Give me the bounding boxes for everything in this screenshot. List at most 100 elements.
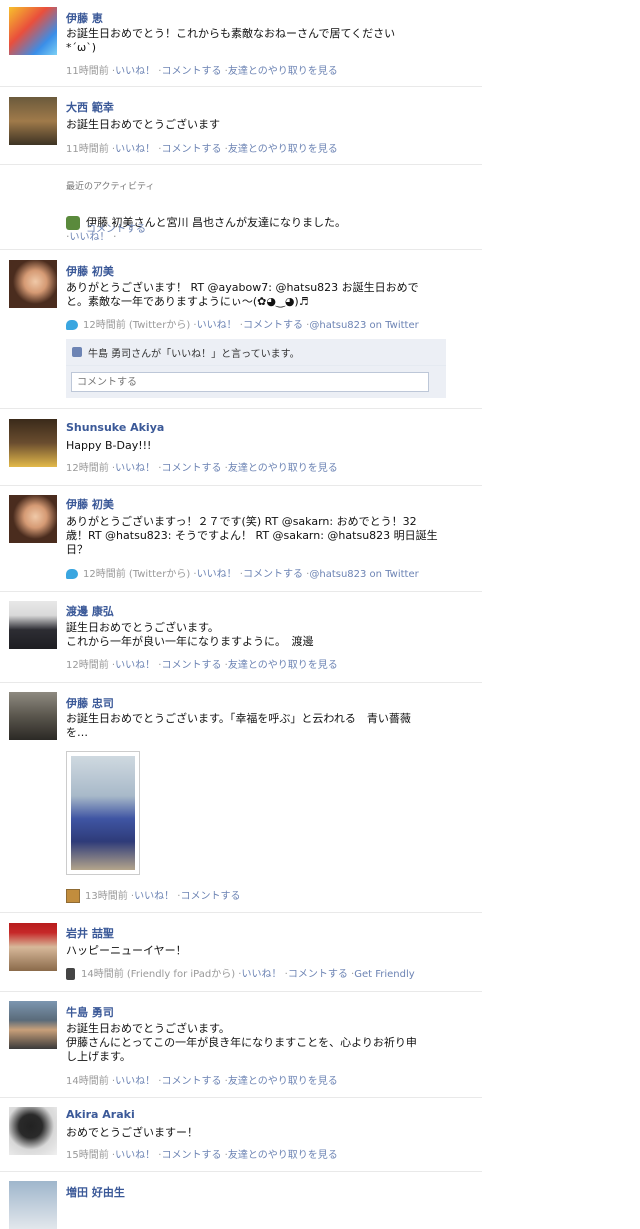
twitter-icon — [66, 569, 78, 579]
story-meta: 11時間前 ·いいね！ ·コメントする ·友達とのやり取りを見る — [66, 144, 338, 155]
feedback-box: 牛島 勇司さんが「いいね！」と言っています。 — [66, 339, 446, 398]
feed-story: 増田 好由生 — [0, 1172, 482, 1229]
story-meta: 14時間前 ·いいね！ ·コメントする ·友達とのやり取りを見る — [66, 1076, 338, 1087]
avatar[interactable] — [9, 495, 57, 543]
feed-story: Shunsuke Akiya Happy B-Day!!! 12時間前 ·いいね… — [0, 409, 482, 486]
avatar[interactable] — [9, 260, 57, 308]
avatar[interactable] — [9, 1107, 57, 1155]
timestamp[interactable]: 12時間前 — [66, 660, 109, 671]
comment-link[interactable]: コメントする — [161, 660, 221, 671]
like-link[interactable]: いいね！ — [134, 891, 174, 902]
story-message: お誕生日おめでとうございます — [66, 118, 220, 131]
story-meta: コメントする — [86, 220, 146, 235]
author-name[interactable]: 岩井 喆聖 — [66, 925, 114, 941]
timestamp[interactable]: 14時間前 (Friendly for iPadから) — [81, 969, 235, 980]
timestamp[interactable]: 15時間前 — [66, 1150, 109, 1161]
comment-link[interactable]: コメントする — [161, 463, 221, 474]
story-meta: 12時間前 ·いいね！ ·コメントする ·友達とのやり取りを見る — [66, 660, 338, 671]
timestamp[interactable]: 11時間前 — [66, 144, 109, 155]
story-message: ありがとうございますっ！２７です(笑) RT @sakarn: おめでとう！32… — [66, 515, 438, 556]
timestamp[interactable]: 13時間前 — [85, 891, 128, 902]
comment-link[interactable]: コメントする — [243, 569, 303, 580]
author-name[interactable]: Akira Araki — [66, 1108, 135, 1121]
like-link[interactable]: いいね！ — [115, 144, 155, 155]
see-friendship-link[interactable]: 友達とのやり取りを見る — [228, 1150, 338, 1161]
avatar[interactable] — [9, 419, 57, 467]
like-link[interactable]: いいね！ — [197, 569, 237, 580]
see-friendship-link[interactable]: 友達とのやり取りを見る — [228, 660, 338, 671]
feed-story: 岩井 喆聖 ハッピーニューイヤー！ 14時間前 (Friendly for iP… — [0, 913, 482, 992]
author-name[interactable]: 大西 範幸 — [66, 99, 114, 115]
twitter-link[interactable]: @hatsu823 on Twitter — [309, 320, 418, 331]
get-friendly-link[interactable]: Get Friendly — [354, 969, 414, 980]
see-friendship-link[interactable]: 友達とのやり取りを見る — [228, 66, 338, 77]
comment-input[interactable] — [71, 372, 429, 392]
feed-story: 伊藤 忠司 お誕生日おめでとうございます。「幸福を呼ぶ」と云われる 青い薔薇 を… — [0, 683, 482, 913]
story-meta: 12時間前 ·いいね！ ·コメントする ·友達とのやり取りを見る — [66, 463, 338, 474]
timestamp[interactable]: 12時間前 — [66, 463, 109, 474]
avatar[interactable] — [9, 1001, 57, 1049]
author-name[interactable]: 渡邊 康弘 — [66, 603, 114, 619]
feed-story: Akira Araki おめでとうございますー！ 15時間前 ·いいね！ ·コメ… — [0, 1098, 482, 1172]
see-friendship-link[interactable]: 友達とのやり取りを見る — [228, 1076, 338, 1087]
story-meta: 11時間前 ·いいね！ ·コメントする ·友達とのやり取りを見る — [66, 66, 338, 77]
author-name[interactable]: 伊藤 初美 — [66, 496, 114, 512]
story-meta: 12時間前 (Twitterから) ·いいね！ ·コメントする ·@hatsu8… — [66, 316, 419, 331]
story-message: ハッピーニューイヤー！ — [66, 944, 187, 957]
avatar[interactable] — [9, 1181, 57, 1229]
blue-rose-photo — [71, 756, 135, 870]
comment-link[interactable]: コメントする — [243, 320, 303, 331]
comment-link[interactable]: コメントする — [161, 144, 221, 155]
twitter-link[interactable]: @hatsu823 on Twitter — [309, 569, 418, 580]
avatar[interactable] — [9, 97, 57, 145]
news-feed: 伊藤 恵 お誕生日おめでとう！これからも素敵なおねーさんで居てください *´ω`… — [0, 0, 640, 1229]
like-link[interactable]: いいね！ — [241, 969, 281, 980]
story-meta: 15時間前 ·いいね！ ·コメントする ·友達とのやり取りを見る — [66, 1150, 338, 1161]
comment-link[interactable]: コメントする — [288, 969, 348, 980]
author-name[interactable]: 伊藤 忠司 — [66, 695, 114, 711]
timestamp[interactable]: 12時間前 (Twitterから) — [83, 569, 190, 580]
like-link[interactable]: いいね！ — [197, 320, 237, 331]
twitter-icon — [66, 320, 78, 330]
ipad-icon — [66, 968, 75, 980]
like-summary: 牛島 勇司さんが「いいね！」と言っています。 — [66, 339, 446, 366]
comment-link[interactable]: コメントする — [86, 224, 146, 235]
feed-story: 牛島 勇司 お誕生日おめでとうございます。 伊藤さんにとってこの一年が良き年にな… — [0, 992, 482, 1098]
timestamp[interactable]: 12時間前 (Twitterから) — [83, 320, 190, 331]
see-friendship-link[interactable]: 友達とのやり取りを見る — [228, 144, 338, 155]
story-message: ありがとうございます！ RT @ayabow7: @hatsu823 お誕生日お… — [66, 281, 419, 308]
story-message: Happy B-Day!!! — [66, 439, 152, 452]
avatar[interactable] — [9, 7, 57, 55]
feed-story: 大西 範幸 お誕生日おめでとうございます 11時間前 ·いいね！ ·コメントする… — [0, 87, 482, 165]
timestamp[interactable]: 11時間前 — [66, 66, 109, 77]
like-link[interactable]: いいね！ — [115, 660, 155, 671]
attached-photo[interactable] — [66, 751, 140, 875]
comment-link[interactable]: コメントする — [161, 66, 221, 77]
story-message: お誕生日おめでとう！これからも素敵なおねーさんで居てください *´ω`) — [66, 27, 396, 54]
author-name[interactable]: Shunsuke Akiya — [66, 421, 164, 434]
friends-icon — [66, 216, 80, 230]
timestamp[interactable]: 14時間前 — [66, 1076, 109, 1087]
comment-link[interactable]: コメントする — [161, 1150, 221, 1161]
thumbs-up-icon — [72, 347, 82, 357]
feed-story: 渡邊 康弘 誕生日おめでとうございます。 これから一年が良い一年になりますように… — [0, 592, 482, 683]
see-friendship-link[interactable]: 友達とのやり取りを見る — [228, 463, 338, 474]
feed-story: 伊藤 恵 お誕生日おめでとう！これからも素敵なおねーさんで居てください *´ω`… — [0, 0, 482, 87]
story-meta: 12時間前 (Twitterから) ·いいね！ ·コメントする ·@hatsu8… — [66, 565, 419, 580]
avatar[interactable] — [9, 923, 57, 971]
feed-story: 伊藤 初美 ありがとうございますっ！２７です(笑) RT @sakarn: おめ… — [0, 486, 482, 592]
like-link[interactable]: いいね！ — [115, 463, 155, 474]
feed-story: 伊藤 初美 ありがとうございます！ RT @ayabow7: @hatsu823… — [0, 250, 482, 409]
like-link[interactable]: いいね！ — [115, 66, 155, 77]
like-link[interactable]: いいね！ — [115, 1076, 155, 1087]
comment-link[interactable]: コメントする — [180, 891, 240, 902]
author-name[interactable]: 伊藤 恵 — [66, 10, 103, 26]
author-name[interactable]: 牛島 勇司 — [66, 1004, 114, 1020]
story-message: お誕生日おめでとうございます。「幸福を呼ぶ」と云われる 青い薔薇 を… — [66, 712, 411, 739]
like-link[interactable]: いいね！ — [115, 1150, 155, 1161]
author-name[interactable]: 伊藤 初美 — [66, 263, 114, 279]
avatar[interactable] — [9, 601, 57, 649]
comment-link[interactable]: コメントする — [161, 1076, 221, 1087]
story-message: お誕生日おめでとうございます。 伊藤さんにとってこの一年が良き年になりますことを… — [66, 1022, 417, 1063]
avatar[interactable] — [9, 692, 57, 740]
